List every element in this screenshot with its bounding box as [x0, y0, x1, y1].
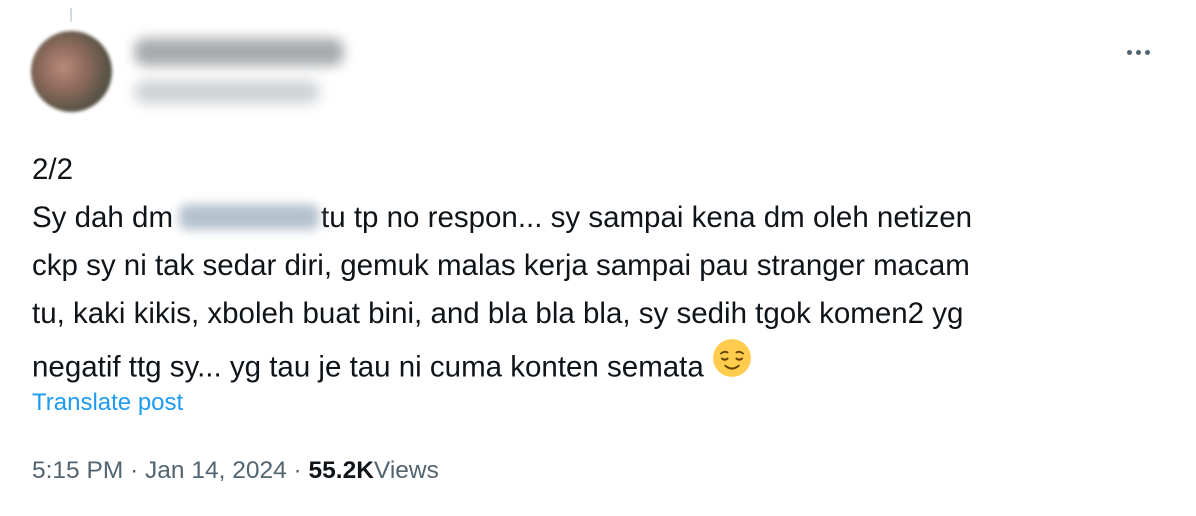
views-count[interactable]: 55.2K: [309, 457, 374, 484]
more-options-button[interactable]: [1118, 36, 1158, 68]
tweet-text-fragment: tu tp no respon... sy sampai kena dm ole…: [321, 201, 973, 234]
tweet-text-line: Sy dah dm tu tp no respon... sy sampai ke…: [32, 194, 1172, 242]
thread-connector-line: [70, 8, 72, 22]
meta-separator: ·: [293, 457, 302, 484]
views-label[interactable]: Views: [374, 457, 439, 484]
more-dots-icon: [1126, 49, 1150, 55]
tweet-text-line: negatif ttg sy... yg tau je tau ni cuma …: [32, 338, 1172, 386]
tweet-time[interactable]: 5:15 PM: [32, 457, 123, 484]
username-redacted[interactable]: [134, 80, 320, 104]
tweet-metadata: 5:15 PM · Jan 14, 2024 · 55.2KViews: [32, 454, 439, 488]
mention-redacted[interactable]: [179, 204, 320, 231]
meta-separator: ·: [130, 457, 139, 484]
tweet-text-fragment: Sy dah dm: [32, 201, 174, 234]
tweet-text-fragment: negatif ttg sy... yg tau je tau ni cuma …: [32, 350, 704, 384]
tweet-text-line: tu, kaki kikis, xboleh buat bini, and bl…: [32, 297, 964, 330]
tweet-text: 2/2 Sy dah dm tu tp no respon... sy sampa…: [32, 146, 1172, 386]
avatar[interactable]: [31, 31, 112, 112]
relieved-face-icon: [712, 338, 752, 393]
tweet-text-line: 2/2: [32, 153, 74, 186]
display-name-redacted[interactable]: [134, 38, 344, 66]
tweet-text-line: ckp sy ni tak sedar diri, gemuk malas ke…: [32, 249, 970, 282]
translate-post-link[interactable]: Translate post: [32, 388, 183, 418]
tweet-date[interactable]: Jan 14, 2024: [145, 457, 287, 484]
